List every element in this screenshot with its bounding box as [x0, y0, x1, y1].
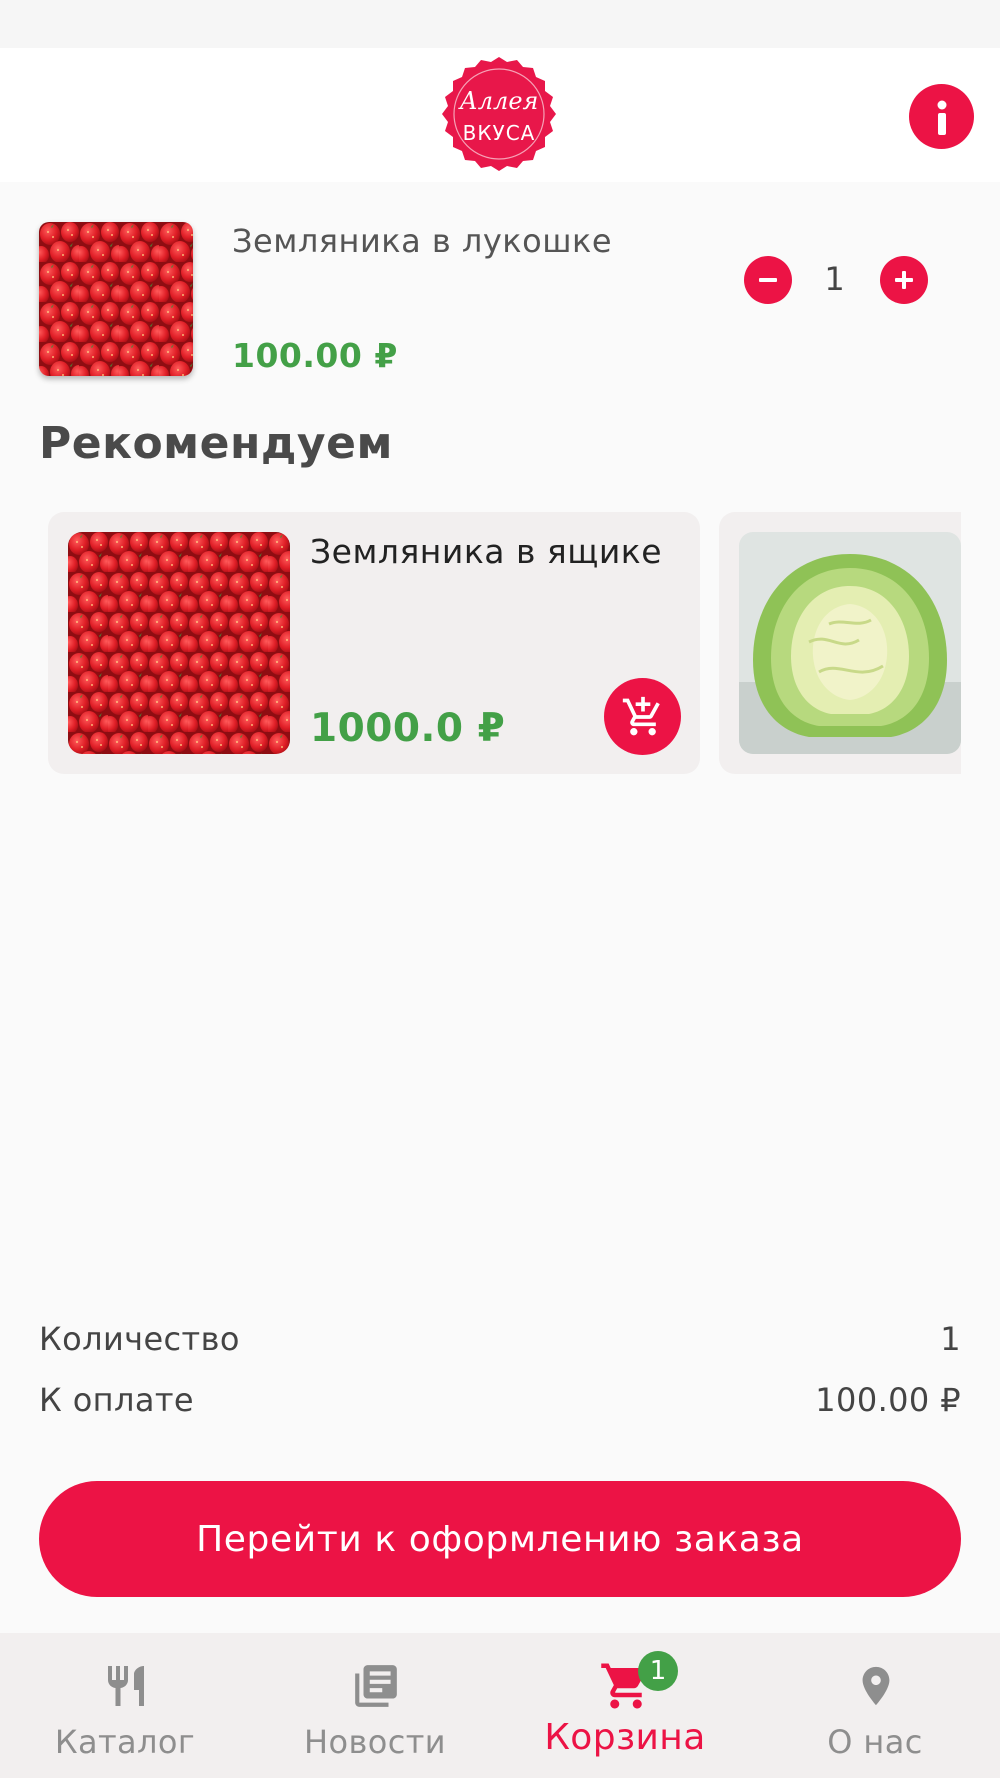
recommend-item-price: 1000.0 ₽: [310, 706, 506, 751]
recommend-card[interactable]: Земляника в ящике 1000.0 ₽: [48, 512, 700, 774]
summary-quantity-label: Количество: [39, 1320, 240, 1358]
product-image-cabbage[interactable]: [739, 532, 961, 754]
nav-item-cart[interactable]: Корзина: [500, 1633, 750, 1778]
summary-total-value: 100.00 ₽: [815, 1381, 961, 1419]
app-logo: Аллея ВКУСА: [437, 54, 561, 178]
cart-item-price: 100.00 ₽: [232, 336, 398, 375]
recommend-item-name: Земляника в ящике: [310, 532, 663, 571]
recommend-carousel[interactable]: Земляника в ящике 1000.0 ₽: [48, 512, 961, 774]
recommend-section-title: Рекомендуем: [39, 418, 393, 469]
increase-quantity-button[interactable]: [880, 256, 928, 304]
add-to-cart-button[interactable]: [604, 678, 681, 755]
summary-quantity-value: 1: [940, 1320, 961, 1358]
info-button[interactable]: [909, 84, 974, 149]
minus-icon: [759, 278, 777, 282]
recommend-card[interactable]: [719, 512, 961, 774]
checkout-button[interactable]: Перейти к оформлению заказа: [39, 1481, 961, 1597]
nav-label-cart: Корзина: [544, 1717, 706, 1758]
summary-total-label: К оплате: [39, 1381, 194, 1419]
logo-text-line2: ВКУСА: [463, 121, 536, 145]
quantity-value: 1: [824, 260, 845, 298]
newspaper-icon: [349, 1659, 403, 1713]
summary-quantity-row: Количество 1: [39, 1320, 961, 1358]
plus-icon: [895, 271, 913, 289]
status-bar: [0, 0, 1000, 48]
bottom-navigation: Каталог Новости Корзина 1 О нас: [0, 1633, 1000, 1778]
cart-item: Земляника в лукошке 100.00 ₽ 1: [0, 182, 1000, 392]
nav-label-catalog: Каталог: [54, 1723, 196, 1761]
cart-item-name: Земляника в лукошке: [232, 222, 612, 260]
nav-item-news[interactable]: Новости: [250, 1633, 500, 1778]
info-icon: [937, 100, 946, 135]
add-shopping-cart-icon: [622, 696, 660, 735]
app-header: Аллея ВКУСА: [0, 48, 1000, 182]
nav-item-about[interactable]: О нас: [750, 1633, 1000, 1778]
logo-text-line1: Аллея: [458, 87, 539, 115]
fork-knife-icon: [99, 1659, 153, 1713]
product-image-strawberries[interactable]: [39, 222, 193, 376]
decrease-quantity-button[interactable]: [744, 256, 792, 304]
nav-item-catalog[interactable]: Каталог: [0, 1633, 250, 1778]
summary-total-row: К оплате 100.00 ₽: [39, 1381, 961, 1419]
nav-label-news: Новости: [304, 1723, 446, 1761]
cart-badge: 1: [638, 1651, 678, 1691]
nav-label-about: О нас: [827, 1723, 923, 1761]
product-image-strawberries[interactable]: [68, 532, 290, 754]
location-pin-icon: [849, 1659, 903, 1713]
